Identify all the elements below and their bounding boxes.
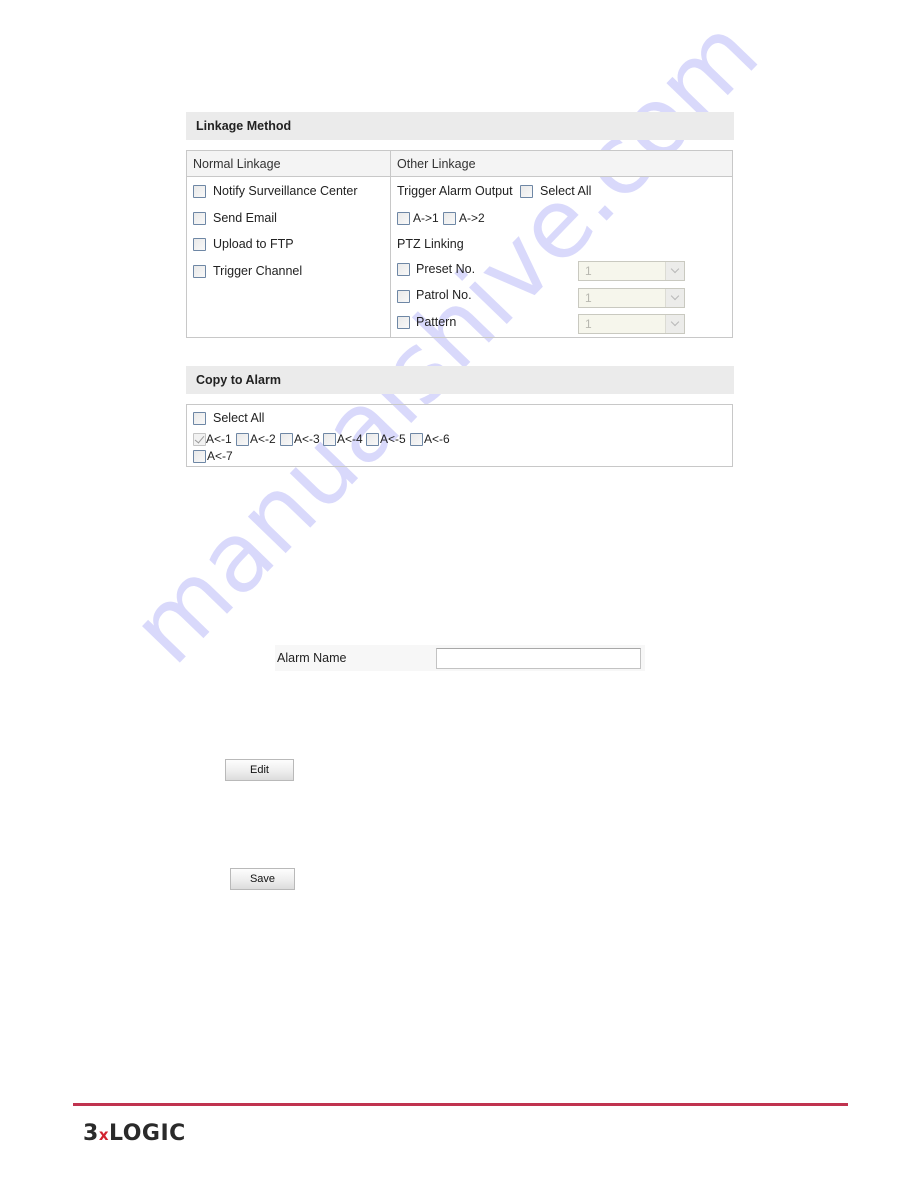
chevron-down-icon [665, 315, 684, 333]
alarm-a3-checkbox[interactable] [280, 433, 293, 446]
output-a2-checkbox[interactable] [443, 212, 456, 225]
pattern-value: 1 [585, 317, 592, 331]
send-email-checkbox[interactable] [193, 212, 206, 225]
logo-prefix: 3 [83, 1121, 99, 1146]
alarm-a5-checkbox[interactable] [366, 433, 379, 446]
alarm-a1-label: A<-1 [206, 432, 232, 446]
select-all-outputs-checkbox[interactable] [520, 185, 533, 198]
output-a1-checkbox[interactable] [397, 212, 410, 225]
pattern-select[interactable]: 1 [578, 314, 685, 334]
select-all-outputs-label: Select All [540, 184, 592, 198]
preset-no-select[interactable]: 1 [578, 261, 685, 281]
footer-rule [73, 1103, 848, 1106]
alarm-a6-checkbox[interactable] [410, 433, 423, 446]
patrol-no-checkbox[interactable] [397, 290, 410, 303]
alarm-a2-label: A<-2 [250, 432, 276, 446]
pattern-checkbox[interactable] [397, 316, 410, 329]
upload-to-ftp-checkbox[interactable] [193, 238, 206, 251]
alarm-a3-label: A<-3 [294, 432, 320, 446]
chevron-down-icon [665, 262, 684, 280]
other-linkage-header: Other Linkage [397, 157, 476, 171]
pattern-label: Pattern [416, 315, 457, 329]
edit-button[interactable]: Edit [225, 759, 294, 781]
watermark: manualshive.com [109, 0, 780, 685]
ptz-linking-label: PTZ Linking [397, 237, 464, 251]
logo-suffix: LOGIC [109, 1121, 186, 1146]
alarm-a7-checkbox[interactable] [193, 450, 206, 463]
linkage-method-header: Linkage Method [186, 112, 734, 140]
alarm-a4-checkbox[interactable] [323, 433, 336, 446]
trigger-channel-label: Trigger Channel [213, 264, 303, 278]
patrol-no-value: 1 [585, 291, 592, 305]
preset-no-label: Preset No. [416, 262, 476, 276]
alarm-name-input[interactable] [436, 648, 641, 669]
save-button[interactable]: Save [230, 868, 295, 890]
output-a2-label: A->2 [459, 211, 485, 225]
alarm-a1-checkbox [193, 433, 206, 446]
preset-no-value: 1 [585, 264, 592, 278]
trigger-channel-checkbox[interactable] [193, 265, 206, 278]
notify-surveillance-center-label: Notify Surveillance Center [213, 184, 358, 198]
copy-to-alarm-header: Copy to Alarm [186, 366, 734, 394]
trigger-alarm-output-label: Trigger Alarm Output [397, 184, 513, 198]
column-divider [390, 151, 391, 337]
preset-no-checkbox[interactable] [397, 263, 410, 276]
alarm-a6-label: A<-6 [424, 432, 450, 446]
send-email-label: Send Email [213, 211, 277, 225]
upload-to-ftp-label: Upload to FTP [213, 237, 294, 251]
alarm-a2-checkbox[interactable] [236, 433, 249, 446]
normal-linkage-header: Normal Linkage [193, 157, 281, 171]
copy-select-all-label: Select All [213, 411, 265, 425]
copy-select-all-checkbox[interactable] [193, 412, 206, 425]
patrol-no-label: Patrol No. [416, 288, 472, 302]
company-logo: 3xLOGIC [83, 1121, 186, 1147]
patrol-no-select[interactable]: 1 [578, 288, 685, 308]
output-a1-label: A->1 [413, 211, 439, 225]
chevron-down-icon [665, 289, 684, 307]
alarm-a7-label: A<-7 [207, 449, 233, 463]
alarm-a4-label: A<-4 [337, 432, 363, 446]
notify-surveillance-center-checkbox[interactable] [193, 185, 206, 198]
alarm-a5-label: A<-5 [380, 432, 406, 446]
logo-x: x [98, 1126, 109, 1144]
alarm-name-label: Alarm Name [277, 651, 347, 665]
